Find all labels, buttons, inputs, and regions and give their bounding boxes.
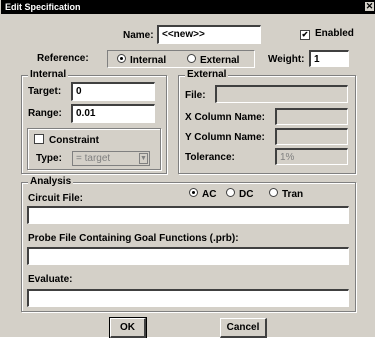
evaluate-label: Evaluate:	[28, 274, 73, 285]
name-field[interactable]: <<new>>	[157, 25, 261, 44]
enabled-checkbox[interactable]: ✔ Enabled	[300, 28, 354, 40]
edit-specification-dialog: Edit Specification ✕ Name: <<new>> ✔ Enab…	[0, 0, 375, 338]
target-label: Target:	[28, 86, 62, 97]
reference-external-label: External	[200, 55, 240, 66]
cancel-button[interactable]: Cancel	[220, 318, 267, 338]
type-label: Type:	[36, 153, 62, 164]
radio-unselected-icon[interactable]	[187, 54, 196, 63]
constraint-label: Constraint	[49, 135, 99, 146]
analysis-tran-radio[interactable]: Tran	[269, 188, 303, 200]
analysis-ac-radio[interactable]: AC	[189, 188, 216, 200]
analysis-ac-label: AC	[202, 189, 217, 200]
analysis-caption: Analysis	[28, 176, 74, 187]
constraint-check-icon[interactable]	[34, 134, 44, 144]
radio-unselected-icon[interactable]	[269, 188, 278, 197]
analysis-dc-label: DC	[239, 189, 254, 200]
constraint-checkbox[interactable]: Constraint	[34, 133, 99, 146]
range-field[interactable]: 0.01	[71, 104, 155, 123]
ok-button[interactable]: OK	[109, 317, 147, 338]
circuit-file-label: Circuit File:	[28, 193, 84, 204]
weight-field[interactable]: 1	[309, 50, 349, 67]
tolerance-field[interactable]: 1%	[275, 148, 348, 165]
target-field[interactable]: 0	[71, 82, 155, 101]
reference-external-radio[interactable]: External	[187, 54, 239, 66]
radio-selected-icon[interactable]	[189, 188, 198, 197]
name-label: Name:	[123, 30, 154, 41]
tolerance-label: Tolerance:	[185, 152, 235, 163]
radio-selected-icon[interactable]	[117, 54, 126, 63]
enabled-check-icon[interactable]: ✔	[300, 30, 310, 40]
window-title: Edit Specification	[5, 2, 81, 12]
title-bar: Edit Specification ✕	[1, 0, 375, 14]
file-label: File:	[185, 90, 206, 101]
probe-file-field[interactable]	[27, 247, 349, 265]
close-icon[interactable]: ✕	[365, 2, 374, 11]
weight-label: Weight:	[268, 54, 305, 65]
x-column-label: X Column Name:	[185, 112, 266, 123]
enabled-label: Enabled	[315, 28, 354, 39]
reference-internal-radio[interactable]: Internal	[117, 54, 166, 66]
probe-file-label: Probe File Containing Goal Functions (.p…	[28, 233, 239, 244]
internal-caption: Internal	[28, 69, 69, 80]
circuit-file-field[interactable]	[27, 206, 349, 224]
x-column-field[interactable]	[275, 108, 348, 125]
external-file-field[interactable]	[215, 85, 348, 103]
reference-label: Reference:	[37, 53, 89, 64]
analysis-dc-radio[interactable]: DC	[226, 188, 253, 200]
y-column-label: Y Column Name:	[185, 132, 265, 143]
reference-internal-label: Internal	[130, 55, 167, 66]
analysis-tran-label: Tran	[282, 189, 304, 200]
chevron-down-icon[interactable]: ▼	[139, 153, 148, 164]
y-column-field[interactable]	[275, 128, 348, 145]
evaluate-field[interactable]	[27, 289, 349, 307]
external-caption: External	[185, 69, 229, 80]
type-value: = target	[76, 153, 111, 164]
radio-unselected-icon[interactable]	[226, 188, 235, 197]
type-select[interactable]: = target ▼	[72, 151, 150, 166]
range-label: Range:	[28, 108, 62, 119]
